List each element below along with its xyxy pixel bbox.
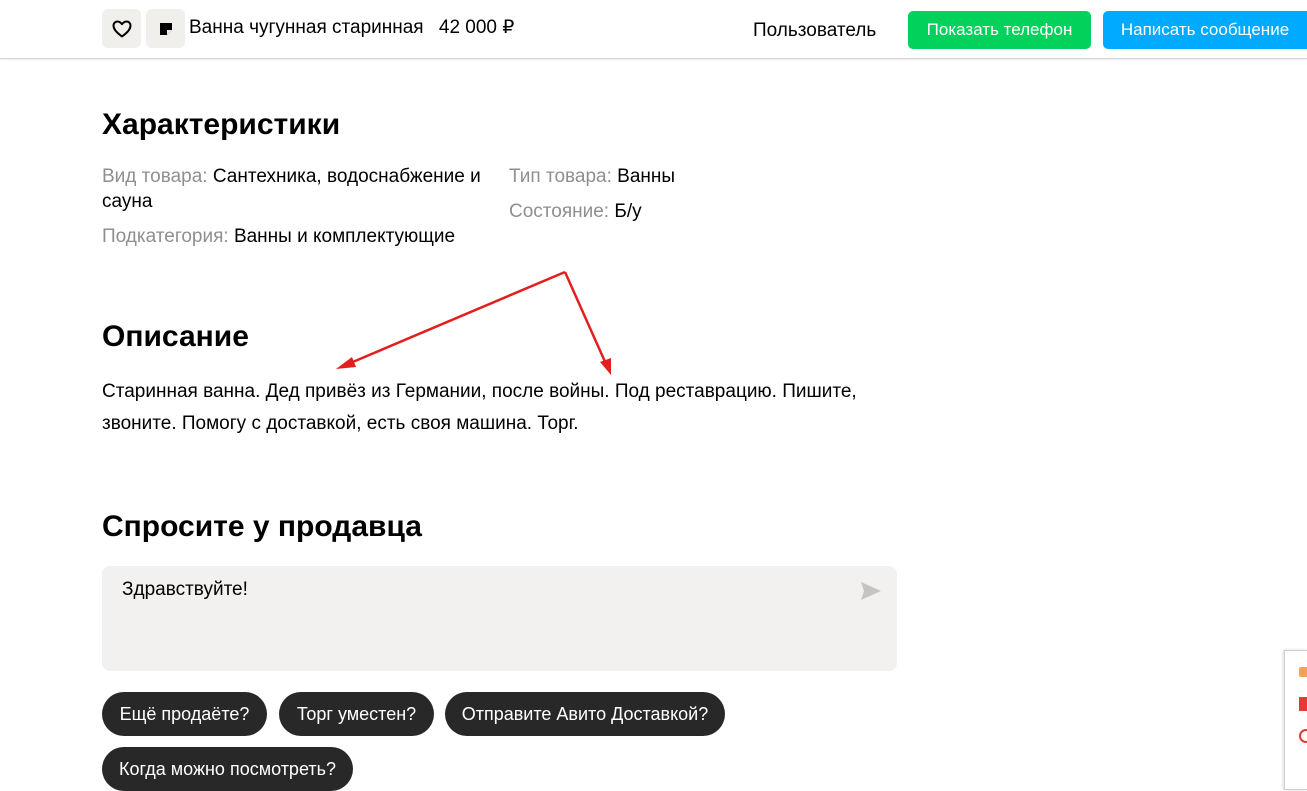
side-widget[interactable]	[1284, 650, 1307, 790]
sticky-header: Ванна чугунная старинная 42 000 ₽ Пользо…	[0, 0, 1307, 59]
heart-icon	[112, 20, 131, 37]
favorite-button[interactable]	[102, 9, 141, 48]
annotation-arrow-right	[563, 271, 611, 375]
spec-key: Состояние:	[509, 201, 610, 222]
item-title-bar: Ванна чугунная старинная 42 000 ₽	[189, 16, 514, 40]
spec-item: Вид товара: Сантехника, водоснабжение и …	[102, 164, 502, 214]
spec-item: Состояние: Б/у	[509, 199, 642, 224]
description-text: Старинная ванна. Дед привёз из Германии,…	[102, 381, 857, 434]
spec-item: Подкатегория: Ванны и комплектующие	[102, 224, 502, 249]
spec-key: Тип товара:	[509, 166, 612, 187]
spec-value: Ванны	[617, 166, 676, 187]
annotation-arrow-left	[336, 270, 566, 369]
widget-box-icon	[1299, 667, 1307, 677]
description-heading: Описание	[102, 320, 249, 353]
quick-reply-chip[interactable]: Отправите Авито Доставкой?	[445, 692, 725, 736]
send-icon[interactable]	[860, 581, 882, 601]
message-input-value[interactable]: Здравствуйте!	[122, 578, 248, 602]
message-input[interactable]: Здравствуйте!	[102, 566, 897, 671]
item-title: Ванна чугунная старинная	[189, 17, 424, 38]
spec-key: Подкатегория:	[102, 226, 229, 247]
spec-value: Б/у	[614, 201, 642, 222]
show-phone-button[interactable]: Показать телефон	[908, 11, 1091, 49]
spec-item: Тип товара: Ванны	[509, 164, 675, 189]
note-icon	[159, 22, 172, 35]
spec-value: Ванны и комплектующие	[233, 226, 456, 247]
ask-seller-heading: Спросите у продавца	[102, 510, 422, 543]
spec-key: Вид товара:	[102, 166, 208, 187]
item-price: 42 000 ₽	[438, 17, 515, 38]
widget-ring-icon	[1299, 729, 1307, 743]
note-button[interactable]	[146, 9, 185, 48]
widget-mail-icon	[1299, 697, 1307, 711]
quick-reply-chip[interactable]: Ещё продаёте?	[102, 692, 267, 736]
specs-heading: Характеристики	[102, 108, 341, 141]
quick-reply-chip[interactable]: Когда можно посмотреть?	[102, 747, 353, 791]
quick-reply-chip[interactable]: Торг уместен?	[279, 692, 434, 736]
write-message-button[interactable]: Написать сообщение	[1103, 11, 1307, 49]
seller-name[interactable]: Пользователь	[753, 19, 876, 43]
